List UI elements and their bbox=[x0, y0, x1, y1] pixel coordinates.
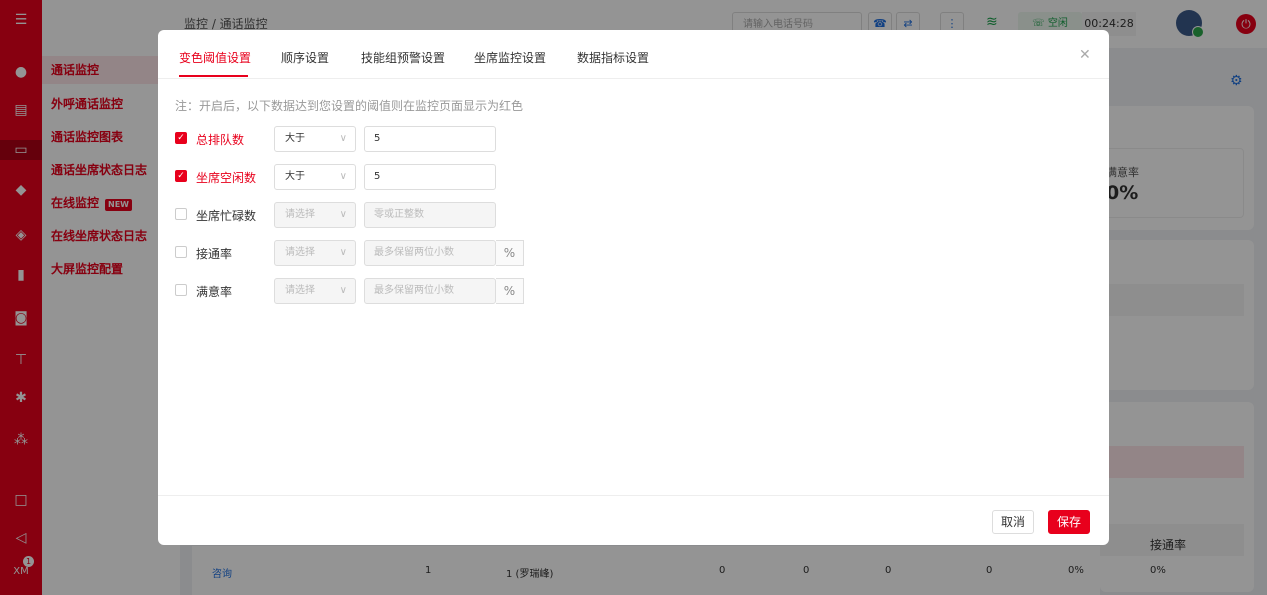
connection-rate-operator-select[interactable]: 请选择 ∨ bbox=[274, 240, 356, 266]
total-queue-checkbox[interactable]: ✓ bbox=[175, 132, 187, 144]
idle-agents-operator-select[interactable]: 大于 ∨ bbox=[274, 164, 356, 190]
tab-agent-monitor[interactable]: 坐席监控设置 bbox=[474, 49, 546, 66]
operator-placeholder: 请选择 bbox=[285, 247, 315, 258]
busy-agents-label: 坐席忙碌数 bbox=[196, 209, 257, 223]
operator-placeholder: 请选择 bbox=[285, 285, 315, 296]
total-queue-value-input[interactable]: 5 bbox=[364, 126, 496, 152]
chevron-down-icon: ∨ bbox=[339, 247, 347, 258]
chevron-down-icon: ∨ bbox=[339, 171, 347, 182]
satisfaction-rate-value-input[interactable]: 最多保留两位小数 bbox=[364, 278, 496, 304]
total-queue-label: 总排队数 bbox=[196, 133, 245, 147]
operator-placeholder: 请选择 bbox=[285, 209, 315, 220]
threshold-note: 注：开启后，以下数据达到您设置的阈值则在监控页面显示为红色 bbox=[175, 99, 524, 113]
satisfaction-rate-operator-select[interactable]: 请选择 ∨ bbox=[274, 278, 356, 304]
satisfaction-rate-checkbox[interactable] bbox=[175, 284, 187, 296]
operator-value: 大于 bbox=[285, 171, 305, 182]
threshold-settings-dialog: 变色阈值设置 顺序设置 技能组预警设置 坐席监控设置 数据指标设置 ✕ 注：开启… bbox=[158, 30, 1109, 545]
tab-color-threshold[interactable]: 变色阈值设置 bbox=[179, 49, 251, 66]
active-tab-indicator bbox=[179, 75, 248, 77]
percent-suffix: % bbox=[496, 278, 524, 304]
connection-rate-checkbox[interactable] bbox=[175, 246, 187, 258]
cancel-button[interactable]: 取消 bbox=[992, 510, 1035, 534]
operator-value: 大于 bbox=[285, 133, 305, 144]
busy-agents-operator-select[interactable]: 请选择 ∨ bbox=[274, 202, 356, 228]
busy-agents-value-input[interactable]: 零或正整数 bbox=[364, 202, 496, 228]
tab-order[interactable]: 顺序设置 bbox=[281, 49, 329, 66]
chevron-down-icon: ∨ bbox=[339, 285, 347, 296]
chevron-down-icon: ∨ bbox=[339, 209, 347, 220]
dialog-tabs: 变色阈值设置 顺序设置 技能组预警设置 坐席监控设置 数据指标设置 ✕ bbox=[158, 30, 1109, 79]
tab-skill-group-alert[interactable]: 技能组预警设置 bbox=[361, 49, 445, 66]
close-icon[interactable]: ✕ bbox=[1079, 47, 1091, 63]
save-button[interactable]: 保存 bbox=[1048, 510, 1091, 534]
total-queue-operator-select[interactable]: 大于 ∨ bbox=[274, 126, 356, 152]
connection-rate-label: 接通率 bbox=[196, 247, 233, 261]
percent-suffix: % bbox=[496, 240, 524, 266]
satisfaction-rate-label: 满意率 bbox=[196, 285, 233, 299]
idle-agents-label: 坐席空闲数 bbox=[196, 171, 257, 185]
idle-agents-value-input[interactable]: 5 bbox=[364, 164, 496, 190]
tab-data-metrics[interactable]: 数据指标设置 bbox=[577, 49, 649, 66]
dialog-footer: 取消 保存 bbox=[158, 495, 1109, 546]
chevron-down-icon: ∨ bbox=[339, 133, 347, 144]
idle-agents-checkbox[interactable]: ✓ bbox=[175, 170, 187, 182]
busy-agents-checkbox[interactable] bbox=[175, 208, 187, 220]
connection-rate-value-input[interactable]: 最多保留两位小数 bbox=[364, 240, 496, 266]
